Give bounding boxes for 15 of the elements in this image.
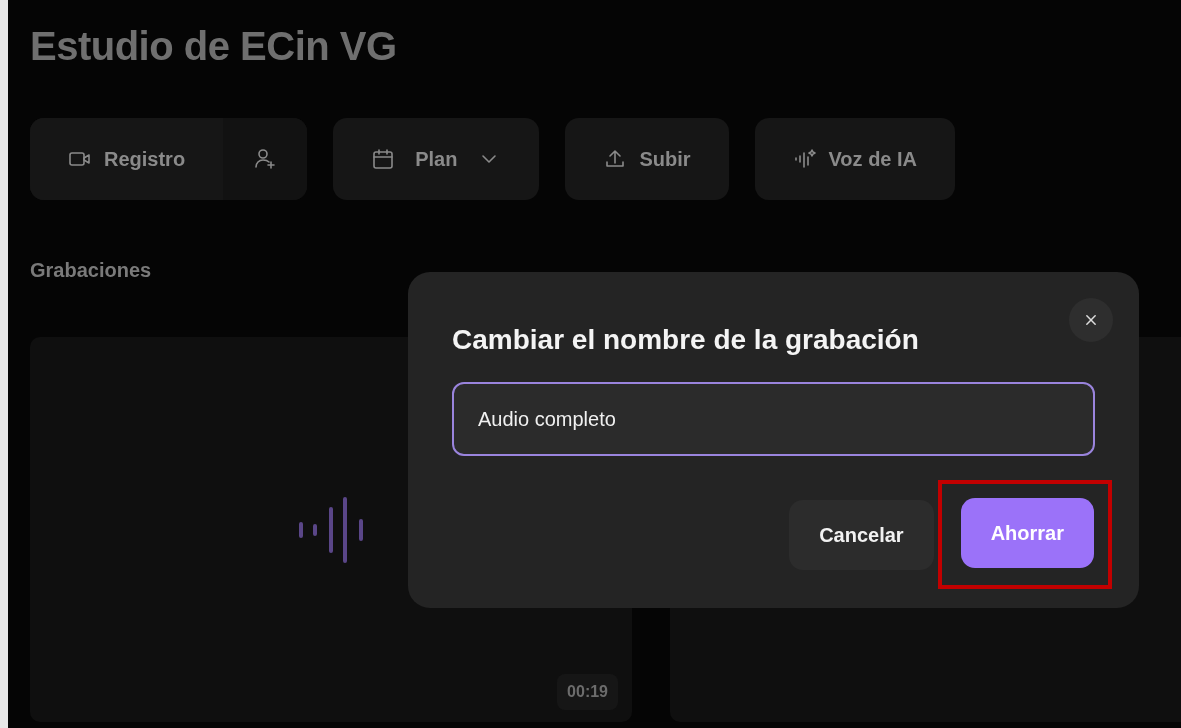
section-title: Grabaciones [30,258,153,282]
name-input-field[interactable]: Audio completo [452,382,1095,456]
page-title: Estudio de ECin VG [30,23,398,70]
waveform-icon [297,496,365,563]
toolbar-button[interactable]: Voz de IA [754,118,956,200]
sparkle-waveform-icon [792,147,817,171]
toolbar-button[interactable]: Subir [565,118,729,200]
dropdown-button[interactable]: Plan [333,118,540,200]
duration-label: 00:19 [557,674,618,710]
save-button[interactable]: Ahorrar [960,498,1094,568]
dialog-title: Cambiar el nombre de la grabación [452,323,920,357]
cancel-button[interactable]: Cancelar [789,499,934,570]
close-button[interactable] [1069,298,1113,342]
calendar-icon [371,147,396,171]
add-person-icon [253,147,278,171]
